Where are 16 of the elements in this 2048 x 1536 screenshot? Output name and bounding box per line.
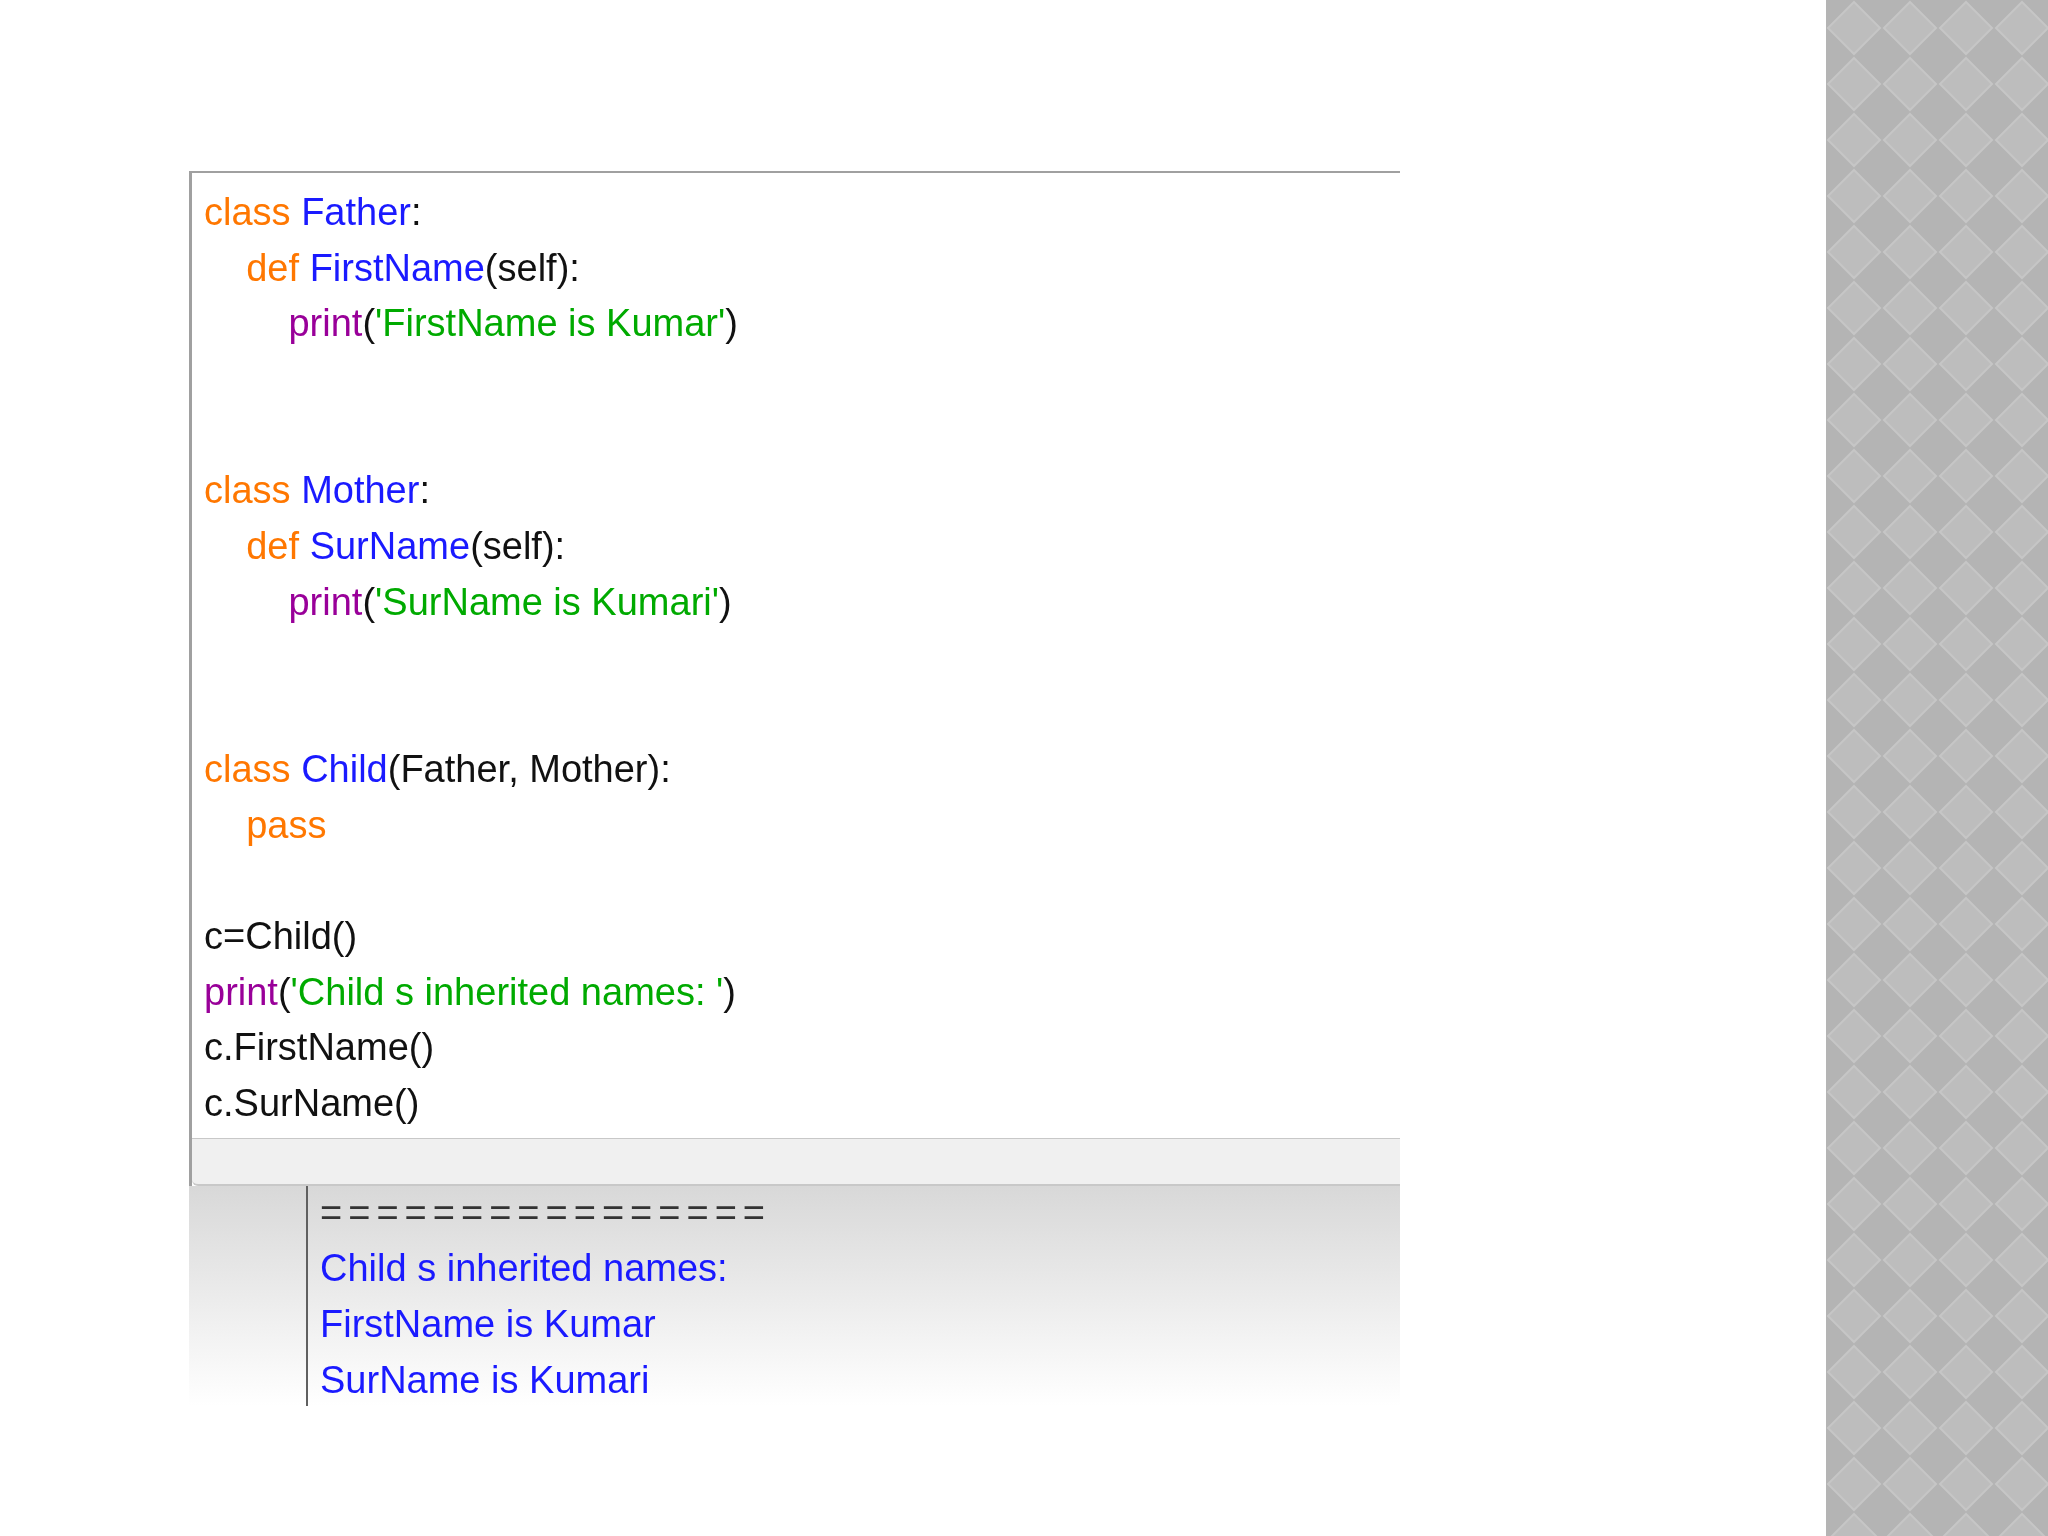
code-line: class Mother: — [204, 468, 430, 514]
code-line: c.FirstName() — [204, 1025, 435, 1071]
output-line: Child s inherited names: — [320, 1246, 728, 1292]
code-line: print('SurName is Kumari') — [287, 579, 732, 625]
output-line: FirstName is Kumar — [320, 1302, 656, 1348]
separator-line: ================ — [320, 1190, 772, 1236]
code-line: def FirstName(self): — [245, 245, 580, 291]
code-line: print('Child s inherited names: ') — [204, 969, 736, 1015]
code-line: print('FirstName is Kumar') — [287, 301, 738, 347]
code-line: c=Child() — [204, 913, 358, 959]
code-line: class Child(Father, Mother): — [204, 746, 671, 792]
code-line: c.SurName() — [204, 1081, 420, 1126]
output-line: SurName is Kumari — [320, 1357, 650, 1403]
code-line: pass — [245, 802, 327, 848]
code-line: def SurName(self): — [245, 524, 566, 570]
code-line: class Father: — [204, 190, 422, 235]
